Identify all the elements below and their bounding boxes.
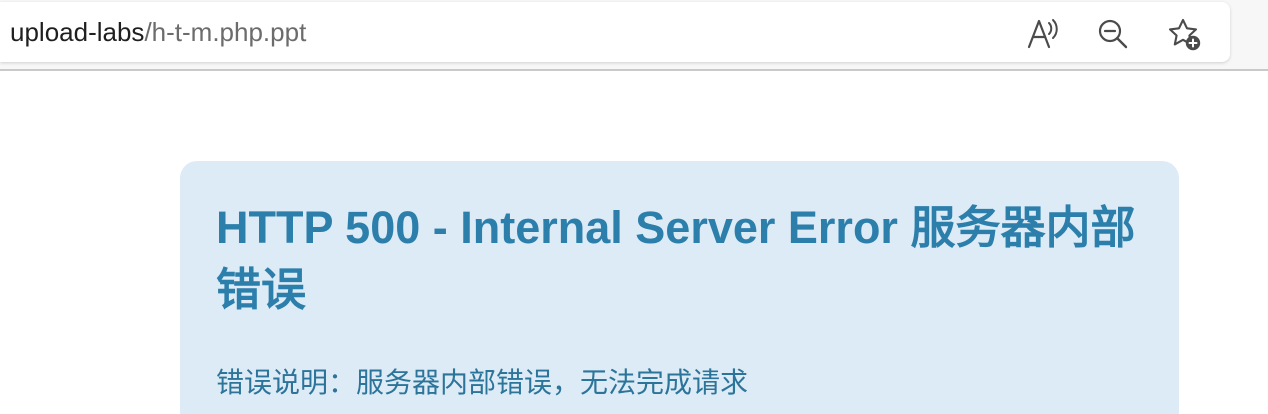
page-content: HTTP 500 - Internal Server Error 服务器内部错误… <box>0 71 1268 414</box>
url-host: upload-labs <box>10 17 145 47</box>
url-path: /h-t-m.php.ppt <box>144 17 307 47</box>
browser-toolbar: upload-labs/h-t-m.php.ppt <box>0 0 1268 71</box>
error-title: HTTP 500 - Internal Server Error 服务器内部错误 <box>216 202 1136 315</box>
read-aloud-icon[interactable] <box>1022 14 1062 54</box>
error-card: HTTP 500 - Internal Server Error 服务器内部错误… <box>180 161 1179 414</box>
address-bar[interactable]: upload-labs/h-t-m.php.ppt <box>0 2 1230 62</box>
zoom-out-icon[interactable] <box>1093 14 1133 54</box>
url-display[interactable]: upload-labs/h-t-m.php.ppt <box>10 16 306 48</box>
favorite-star-add-icon[interactable] <box>1164 14 1204 54</box>
error-description: 错误说明：服务器内部错误，无法完成请求 <box>216 367 749 398</box>
